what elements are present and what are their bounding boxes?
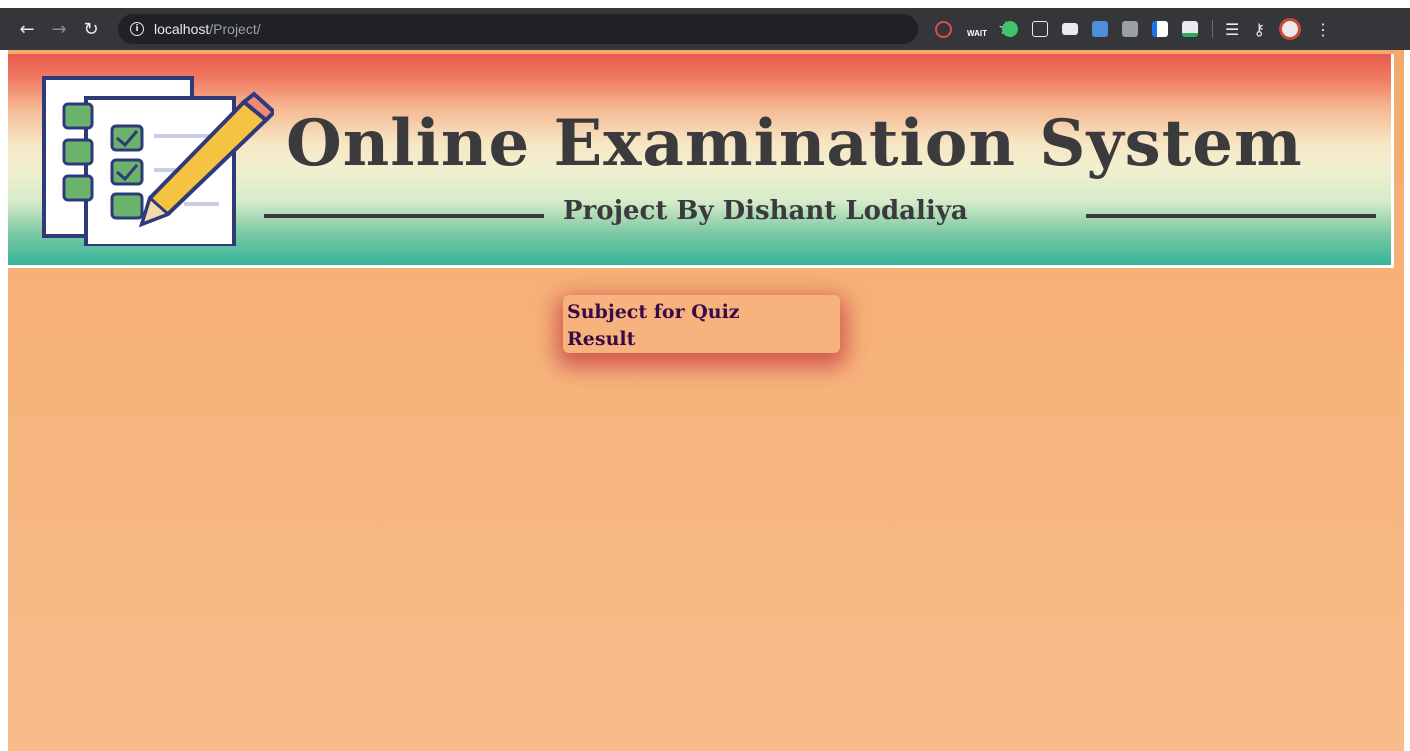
mail-check-extension-icon[interactable]	[1182, 21, 1198, 37]
blocked-extension-icon[interactable]	[935, 20, 952, 38]
url-text[interactable]: localhost/Project/	[154, 21, 261, 37]
window-extension-icon[interactable]	[1062, 23, 1078, 35]
address-bar[interactable]: i localhost/Project/ ☆	[118, 14, 1014, 44]
forward-arrow-icon[interactable]: →	[44, 14, 74, 44]
exam-clipboard-pencil-icon	[42, 76, 274, 246]
toolbar-separator	[1212, 20, 1213, 38]
result-link[interactable]: Result	[567, 326, 836, 353]
extensions-tray: WAIT ☰ ⚷ ⋮	[935, 8, 1345, 50]
banner-rule-right	[1086, 214, 1376, 218]
window-top-strip	[0, 0, 1410, 8]
screenshot-extension-icon[interactable]	[1122, 21, 1138, 37]
back-arrow-icon[interactable]: ←	[12, 14, 42, 44]
glasses-extension-icon[interactable]	[1032, 21, 1048, 37]
page-content: Online Examination System Project By Dis…	[8, 50, 1404, 751]
site-info-icon[interactable]: i	[130, 22, 144, 36]
more-menu-icon[interactable]: ⋮	[1315, 20, 1331, 39]
url-path: /Project/	[209, 21, 261, 37]
profile-avatar-icon[interactable]	[1279, 18, 1302, 40]
banner-title: Online Examination System	[286, 106, 1303, 181]
nav-menu: Subject for Quiz Result	[563, 295, 840, 353]
banner-rule-left	[264, 214, 544, 218]
banner-subtitle: Project By Dishant Lodaliya	[563, 196, 968, 226]
playlist-icon[interactable]: ☰	[1225, 20, 1239, 39]
subject-for-quiz-link[interactable]: Subject for Quiz	[567, 299, 836, 326]
wait-extension-label: WAIT	[967, 29, 987, 38]
url-host: localhost	[154, 21, 210, 37]
reload-icon[interactable]: ↻	[76, 14, 106, 44]
key-icon[interactable]: ⚷	[1253, 20, 1265, 39]
wait-extension-icon[interactable]: WAIT	[966, 20, 988, 38]
chart-extension-icon[interactable]	[1152, 21, 1168, 37]
header-banner: Online Examination System Project By Dis…	[8, 54, 1394, 268]
font-extension-icon[interactable]	[1092, 21, 1108, 37]
green-dot-extension-icon[interactable]	[1002, 21, 1018, 37]
